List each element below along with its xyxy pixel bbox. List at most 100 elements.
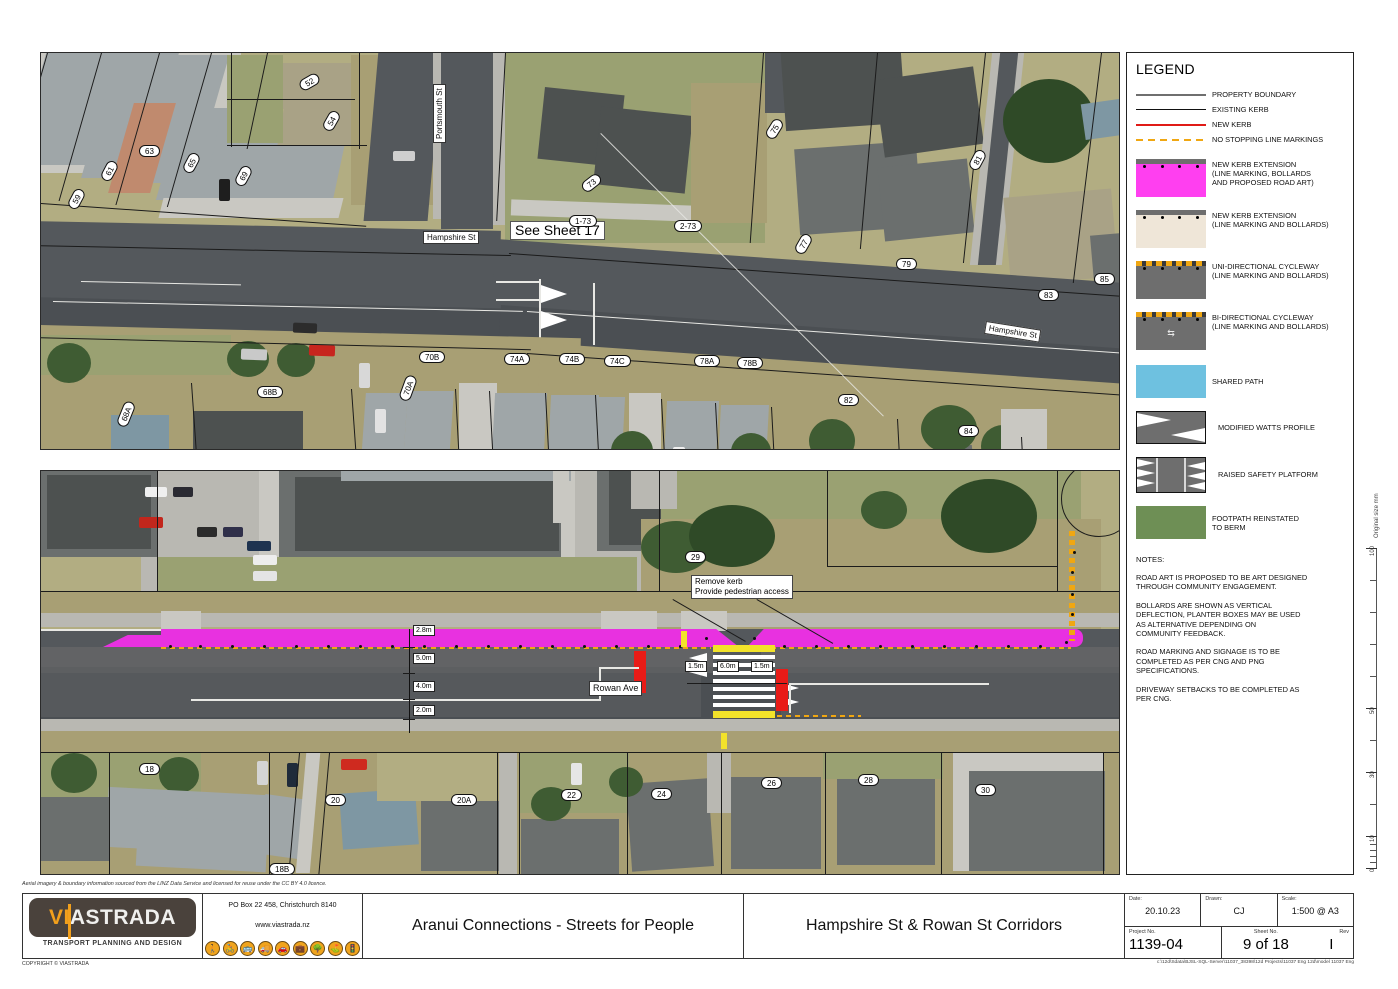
location-title: Hampshire St & Rowan St Corridors	[744, 894, 1125, 958]
notes-title: NOTES:	[1136, 555, 1165, 564]
property-number: 83	[1038, 289, 1059, 301]
drawn-label: Drawn:	[1205, 896, 1223, 902]
legend-item-property-boundary: PROPERTY BOUNDARY	[1136, 89, 1344, 101]
property-number: 68B	[257, 386, 284, 398]
ruler-caption: Original size mm	[1374, 493, 1380, 538]
project-title: Aranui Connections - Streets for People	[363, 894, 744, 958]
legend-item-label: NEW KERB EXTENSION (LINE MARKING AND BOL…	[1212, 211, 1329, 230]
raised-platform-marking	[681, 631, 687, 647]
company-website[interactable]: www.viastrada.nz	[203, 922, 362, 929]
dimension-label: 1.5m	[685, 661, 707, 672]
ruler-tick-label: 100	[1370, 545, 1376, 556]
legend-item-no-stopping: NO STOPPING LINE MARKINGS	[1136, 134, 1344, 146]
property-number: 18	[139, 763, 160, 775]
legend-item-label: EXISTING KERB	[1212, 105, 1269, 114]
title-block: VIASTRADA TRANSPORT PLANNING AND DESIGN …	[22, 893, 1354, 959]
dimension-label: 4.0m	[413, 681, 435, 692]
scale-cell: Scale: 1:500 @ A3	[1278, 894, 1353, 926]
legend-item-label: UNI-DIRECTIONAL CYCLEWAY (LINE MARKING A…	[1212, 262, 1329, 281]
legend-panel: LEGEND PROPERTY BOUNDARY EXISTING KERB N…	[1126, 52, 1354, 875]
property-number: 84	[958, 425, 979, 437]
bi-cycleway-swatch: ⇆	[1136, 312, 1206, 350]
callout-remove-kerb: Remove kerb Provide pedestrian access	[691, 575, 793, 599]
legend-item-uni-directional-cycleway: UNI-DIRECTIONAL CYCLEWAY (LINE MARKING A…	[1136, 261, 1344, 299]
watts-profile-swatch	[1136, 411, 1206, 444]
property-number: 20A	[451, 794, 478, 806]
shared-path-swatch	[1136, 365, 1206, 398]
property-number: 1-73	[569, 215, 598, 227]
raised-platform-marking	[713, 711, 775, 718]
date-cell: Date: 20.10.23	[1125, 894, 1202, 926]
imagery-attribution: Aerial imagery & boundary information so…	[22, 881, 327, 887]
legend-item-kerb-extension-road-art: NEW KERB EXTENSION (LINE MARKING, BOLLAR…	[1136, 159, 1344, 197]
property-number: 18B	[269, 863, 296, 874]
legend-item-label: RAISED SAFETY PLATFORM	[1218, 470, 1318, 479]
legend-item-raised-safety-platform: RAISED SAFETY PLATFORM	[1136, 457, 1344, 493]
logo-accent-bar	[68, 904, 71, 939]
legend-item-label: NO STOPPING LINE MARKINGS	[1212, 135, 1324, 144]
property-number: 70B	[419, 351, 446, 363]
truck-icon: 🚚	[257, 941, 273, 956]
new-kerb-swatch	[1136, 119, 1206, 126]
drawn-cell: Drawn: CJ	[1201, 894, 1278, 926]
date-value: 20.10.23	[1145, 906, 1181, 916]
property-boundary-swatch	[1136, 89, 1206, 96]
uni-cycleway-swatch	[1136, 261, 1206, 299]
no-stopping-swatch	[1136, 134, 1206, 141]
bus-icon: 🚌	[240, 941, 255, 956]
legend-item-footpath-reinstated-berm: FOOTPATH REINSTATED TO BERM	[1136, 506, 1344, 539]
legend-item-kerb-extension: NEW KERB EXTENSION (LINE MARKING AND BOL…	[1136, 210, 1344, 248]
property-number: 74B	[559, 353, 586, 365]
tree-icon: 🌳	[310, 941, 325, 956]
dimension-label: 5.0m	[413, 653, 435, 664]
note-bollards: BOLLARDS ARE SHOWN AS VERTICAL DEFLECTIO…	[1136, 600, 1301, 639]
rev-cell: Rev I	[1310, 927, 1353, 959]
note-driveway-setbacks: DRIVEWAY SETBACKS TO BE COMPLETED AS PER…	[1136, 684, 1300, 704]
company-address-cell: PO Box 22 458, Christchurch 8140 www.via…	[203, 894, 363, 958]
project-no-value: 1139-04	[1129, 935, 1183, 953]
property-number: 82	[838, 394, 859, 406]
dimension-label: 2.8m	[413, 625, 435, 636]
property-number: 74A	[504, 353, 531, 365]
property-number: 22	[561, 789, 582, 801]
legend-item-label: NEW KERB	[1212, 120, 1252, 129]
hardhat-icon: ⛳	[327, 941, 343, 956]
dimension-label: 2.0m	[413, 705, 435, 716]
signal-icon: 🚦	[345, 941, 360, 956]
legend-item-bi-directional-cycleway: ⇆ BI-DIRECTIONAL CYCLEWAY (LINE MARKING …	[1136, 312, 1344, 350]
plan-view-rowan-ave[interactable]: Rowan Ave Remove kerb Provide pedestrian…	[40, 470, 1120, 875]
rev-label: Rev	[1339, 928, 1349, 935]
company-logo-cell: VIASTRADA TRANSPORT PLANNING AND DESIGN	[23, 894, 203, 958]
legend-item-modified-watts-profile: MODIFIED WATTS PROFILE	[1136, 411, 1344, 444]
new-kerb-marker	[776, 669, 788, 711]
note-road-art: ROAD ART IS PROPOSED TO BE ART DESIGNED …	[1136, 573, 1308, 592]
pedestrian-icon: 🚶	[205, 941, 220, 956]
source-file-path: c:\12d\Sdata\BJSL-SQL-Server\11037_38398…	[1156, 960, 1354, 965]
plan-view-hampshire-st[interactable]: Portsmouth St Hampshire St Hampshire St …	[40, 52, 1120, 450]
scale-value: 1:500 @ A3	[1291, 906, 1339, 916]
aerial-imagery-bottom	[41, 471, 1119, 874]
property-number: 26	[761, 777, 782, 789]
street-label-hampshire-st-west: Hampshire St	[423, 231, 480, 244]
company-address: PO Box 22 458, Christchurch 8140	[228, 902, 337, 909]
sheet-no-label: Sheet No.	[1253, 928, 1278, 935]
date-label: Date:	[1129, 896, 1142, 902]
legend-item-label: MODIFIED WATTS PROFILE	[1218, 423, 1315, 432]
metadata-cells: Date: 20.10.23 Drawn: CJ Scale: 1:500 @ …	[1125, 894, 1353, 958]
viastrada-logo: VIASTRADA	[29, 898, 196, 939]
scale-label: Scale:	[1281, 896, 1297, 902]
car-icon: 🚗	[275, 941, 290, 956]
street-label-portsmouth-st: Portsmouth St	[433, 84, 446, 143]
sheet-no-cell: Sheet No. 9 of 18	[1222, 927, 1310, 959]
property-number: 85	[1094, 273, 1115, 285]
dimension-label: 6.0m	[717, 661, 739, 672]
ruler-tick-label: 50	[1370, 707, 1376, 714]
logo-text-astrada: ASTRADA	[69, 906, 176, 929]
briefcase-icon: 💼	[292, 941, 308, 956]
original-size-ruler: Original size mm 100 50 30 10 0	[1358, 470, 1388, 875]
property-number: 63	[139, 145, 160, 157]
service-icons-strip: 🚶 🚴 🚌 🚚 🚗 💼 🌳 ⛳ 🚦	[205, 941, 360, 956]
property-number: 78A	[694, 355, 721, 367]
property-number: 29	[685, 551, 706, 563]
drawn-value: CJ	[1233, 906, 1245, 916]
